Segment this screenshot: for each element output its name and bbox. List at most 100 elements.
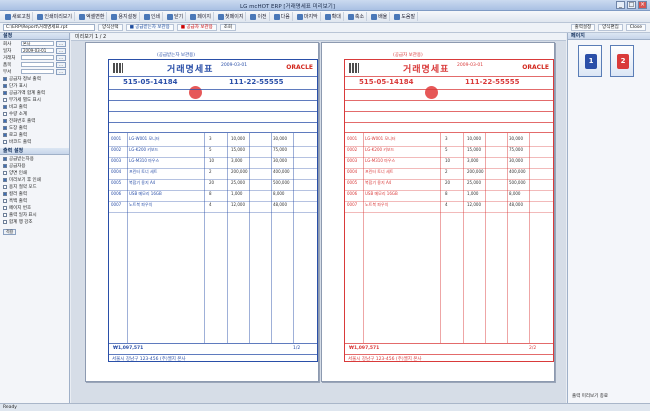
toolbar-item[interactable]: 용지설정 bbox=[109, 12, 140, 21]
option-row[interactable]: 바코드 출력 bbox=[0, 138, 69, 145]
field-input[interactable] bbox=[21, 62, 54, 67]
table-row: 0005 복합기 용지 A4 20 25,000 500,000 bbox=[345, 180, 553, 190]
option-row[interactable]: 로고 출력 bbox=[0, 131, 69, 138]
toolbar-right-button[interactable]: Close bbox=[625, 24, 646, 31]
toolbar-item-label: 축소 bbox=[354, 14, 365, 20]
option-checkbox[interactable] bbox=[3, 125, 7, 130]
lookup-button[interactable]: … bbox=[56, 61, 66, 68]
item-no: 0002 bbox=[111, 147, 122, 152]
option-row[interactable]: 페이지 번호 bbox=[0, 204, 69, 211]
sidebar-section-output: 출력 설정 bbox=[0, 148, 69, 155]
toolbar-icon bbox=[296, 13, 303, 20]
option-row[interactable]: 용지 절약 모드 bbox=[0, 183, 69, 190]
option-checkbox[interactable] bbox=[3, 170, 7, 175]
toolbar-item[interactable]: 인쇄미리보기 bbox=[35, 12, 76, 21]
filter-pill[interactable]: 조회 bbox=[219, 24, 237, 31]
option-row[interactable]: 부가세 별도 표시 bbox=[0, 96, 69, 103]
item-no: 0005 bbox=[347, 180, 358, 185]
field-input[interactable] bbox=[21, 55, 54, 60]
option-checkbox[interactable] bbox=[3, 76, 7, 81]
option-checkbox[interactable] bbox=[3, 191, 7, 196]
panel-footer-link[interactable]: 출력 미리보기 종료 bbox=[572, 393, 608, 399]
option-row[interactable]: 컬러 출력 bbox=[0, 190, 69, 197]
filter-pill[interactable]: ■ 공급받는자 보관용 bbox=[125, 24, 174, 31]
option-checkbox[interactable] bbox=[3, 219, 7, 224]
toolbar-item-label: 배율 bbox=[378, 14, 388, 20]
toolbar-item[interactable]: 새로고침 bbox=[3, 12, 34, 21]
item-no: 0007 bbox=[347, 202, 358, 207]
toolbar-item[interactable]: 첫페이지 bbox=[216, 12, 247, 21]
option-checkbox[interactable] bbox=[3, 90, 7, 95]
option-checkbox[interactable] bbox=[3, 177, 7, 182]
option-checkbox[interactable] bbox=[3, 111, 7, 116]
toolbar-item[interactable]: 이전 bbox=[248, 12, 270, 21]
lookup-button[interactable]: … bbox=[56, 40, 66, 47]
option-row[interactable]: 공급자용 bbox=[0, 162, 69, 169]
option-row[interactable]: 전화번호 출력 bbox=[0, 117, 69, 124]
option-row[interactable]: 흑백 출력 bbox=[0, 197, 69, 204]
option-row[interactable]: 수량 소계 bbox=[0, 110, 69, 117]
item-no: 0006 bbox=[347, 191, 358, 196]
option-checkbox[interactable] bbox=[3, 104, 7, 109]
option-checkbox[interactable] bbox=[3, 132, 7, 137]
toolbar-right-button[interactable]: 출력설정 bbox=[570, 24, 596, 31]
toolbar-item-label: 새로고침 bbox=[12, 14, 31, 20]
toolbar-item[interactable]: 배율 bbox=[369, 12, 391, 21]
option-row[interactable]: 출력 일자 표시 bbox=[0, 211, 69, 218]
page-thumbnail[interactable]: 1 bbox=[578, 45, 602, 77]
option-checkbox[interactable] bbox=[3, 83, 7, 88]
page-thumbnail[interactable]: 2 bbox=[610, 45, 634, 77]
option-checkbox[interactable] bbox=[3, 118, 7, 123]
filter-pill[interactable]: ■ 공급자 보관용 bbox=[176, 24, 217, 31]
lookup-button[interactable]: … bbox=[56, 68, 66, 75]
option-checkbox[interactable] bbox=[3, 184, 7, 189]
option-row[interactable]: 공급가액 합계 출력 bbox=[0, 89, 69, 96]
item-no: 0006 bbox=[111, 191, 122, 196]
toolbar-item[interactable]: 확대 bbox=[323, 12, 344, 21]
toolbar-item[interactable]: 축소 bbox=[346, 12, 368, 21]
option-checkbox[interactable] bbox=[3, 163, 7, 168]
field-input[interactable]: 2009-03-01 bbox=[21, 48, 54, 53]
toolbar-item[interactable]: 엑셀변환 bbox=[77, 12, 108, 21]
option-row[interactable]: 단가 표시 bbox=[0, 82, 69, 89]
option-row[interactable]: 비고 출력 bbox=[0, 103, 69, 110]
lookup-button[interactable]: … bbox=[56, 54, 66, 61]
toolbar-item[interactable]: 다음 bbox=[272, 12, 293, 21]
toolbar-right-button[interactable]: 양식편집 bbox=[598, 24, 623, 31]
option-row[interactable]: 도장 출력 bbox=[0, 124, 69, 131]
option-checkbox[interactable] bbox=[3, 139, 7, 144]
toolbar-item[interactable]: 도움말 bbox=[392, 12, 419, 21]
option-row[interactable]: 공급받는자용 bbox=[0, 155, 69, 162]
toolbar-icon bbox=[190, 13, 197, 20]
toolbar-item[interactable]: 마지막 bbox=[295, 12, 321, 21]
close-window-button[interactable]: × bbox=[638, 1, 647, 9]
item-amount: 30,000 bbox=[509, 136, 523, 141]
option-row[interactable]: 공급자 정보 출력 bbox=[0, 75, 69, 82]
option-checkbox[interactable] bbox=[3, 97, 7, 102]
option-checkbox[interactable] bbox=[3, 198, 7, 203]
filter-pill[interactable]: 양식선택 bbox=[98, 24, 123, 31]
option-checkbox[interactable] bbox=[3, 212, 7, 217]
toolbar-item[interactable]: 닫기 bbox=[165, 12, 187, 21]
option-checkbox[interactable] bbox=[3, 205, 7, 210]
report-path-input[interactable]: C:\ERP\Report\거래명세표.rpt bbox=[3, 24, 95, 31]
item-name: 복합기 용지 A4 bbox=[129, 180, 156, 185]
item-amount: 75,000 bbox=[509, 147, 523, 152]
item-qty: 3 bbox=[445, 136, 448, 141]
option-label: 공급받는자용 bbox=[9, 156, 34, 162]
lookup-button[interactable]: … bbox=[56, 47, 66, 54]
apply-button[interactable]: 적용 bbox=[3, 228, 17, 235]
option-row[interactable]: 미리보기 후 인쇄 bbox=[0, 176, 69, 183]
maximize-button[interactable]: □ bbox=[627, 1, 636, 9]
option-row[interactable]: 합계 행 강조 bbox=[0, 218, 69, 225]
field-input[interactable] bbox=[21, 69, 54, 74]
field-input[interactable]: 본사 bbox=[21, 41, 54, 46]
option-checkbox[interactable] bbox=[3, 156, 7, 161]
item-price: 25,000 bbox=[231, 180, 245, 185]
invoice-frame: (공급자 보관용) 거래명세표 ORACLE 2009-03-01 515-05-141… bbox=[344, 53, 554, 362]
toolbar-icon bbox=[37, 13, 44, 20]
toolbar-item[interactable]: 인쇄 bbox=[142, 12, 164, 21]
option-row[interactable]: 양면 인쇄 bbox=[0, 169, 69, 176]
toolbar-item[interactable]: 페이지 bbox=[188, 12, 215, 21]
minimize-button[interactable]: _ bbox=[616, 1, 625, 9]
